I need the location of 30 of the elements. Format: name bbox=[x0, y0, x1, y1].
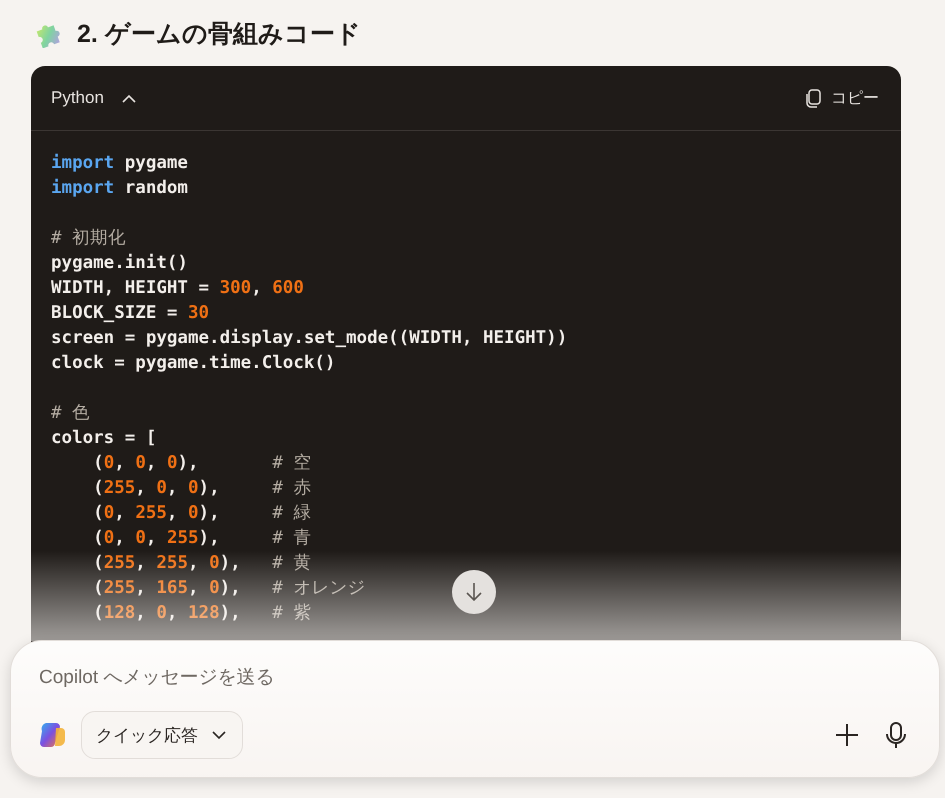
code-line: import random bbox=[51, 177, 188, 200]
chevron-icon bbox=[122, 94, 136, 102]
section-heading: 2. ゲームの骨組みコード bbox=[77, 18, 361, 50]
chevron-down-icon bbox=[212, 730, 226, 740]
code-line: (128, 0, 128), # 紫 bbox=[92, 602, 312, 625]
scroll-down-button[interactable] bbox=[452, 570, 496, 614]
code-line: (0, 255, 0), # 緑 bbox=[92, 502, 312, 525]
code-line: (255, 255, 0), # 黄 bbox=[92, 552, 312, 575]
plus-icon bbox=[835, 723, 859, 747]
code-line: # 初期化 bbox=[51, 227, 126, 250]
message-input-field[interactable]: Copilot へメッセージを送る クイック応答 bbox=[10, 640, 940, 778]
code-line: # 色 bbox=[51, 402, 90, 425]
copy-button[interactable]: コピー bbox=[805, 88, 879, 108]
code-line: BLOCK_SIZE = 30 bbox=[51, 302, 210, 325]
code-line: (0, 0, 0), # 空 bbox=[92, 452, 312, 475]
copilot-logo-icon bbox=[37, 720, 67, 750]
code-line: colors = [ bbox=[51, 427, 156, 450]
language-label: Python bbox=[51, 88, 104, 108]
code-line: (255, 0, 0), # 赤 bbox=[92, 477, 312, 500]
code-line: pygame.init() bbox=[51, 252, 188, 275]
copy-icon bbox=[805, 88, 821, 108]
response-mode-button[interactable]: クイック応答 bbox=[81, 711, 243, 759]
microphone-icon bbox=[885, 721, 907, 749]
code-line: import pygame bbox=[51, 152, 188, 175]
code-line: clock = pygame.time.Clock() bbox=[51, 352, 336, 375]
down-arrow-icon bbox=[465, 582, 483, 602]
code-line: WIDTH, HEIGHT = 300, 600 bbox=[51, 277, 304, 300]
code-line: (255, 165, 0), # オレンジ bbox=[92, 577, 366, 600]
code-line: (0, 0, 255), # 青 bbox=[92, 527, 312, 550]
code-line: screen = pygame.display.set_mode((WIDTH, HEIGHT)) bbox=[51, 327, 568, 350]
